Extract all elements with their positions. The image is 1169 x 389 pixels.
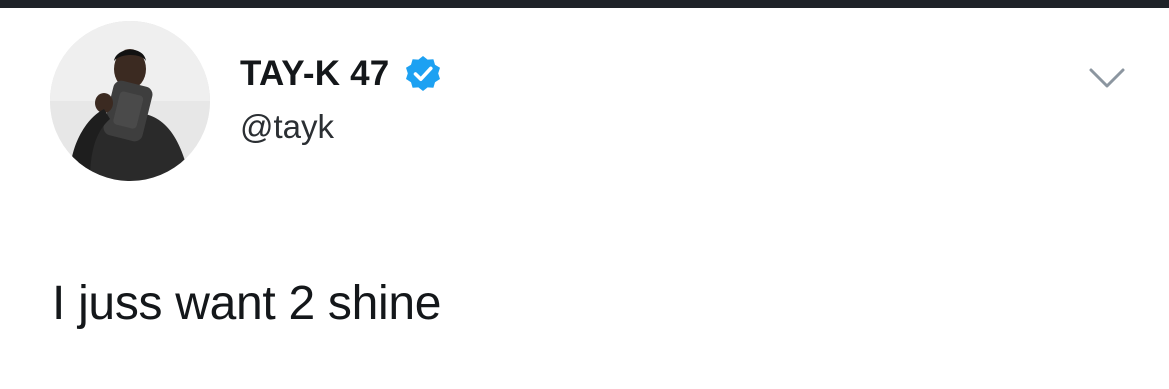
avatar[interactable] [50, 21, 210, 181]
profile-photo-icon [50, 21, 210, 181]
author-handle[interactable]: @tayk [240, 108, 334, 146]
verified-badge-icon [406, 56, 441, 91]
display-name[interactable]: TAY-K 47 [240, 54, 389, 94]
tweet-card: TAY-K 47 @tayk I juss want 2 shine [0, 8, 1169, 389]
chevron-down-icon[interactable] [1087, 64, 1127, 92]
tweet-text: I juss want 2 shine [52, 277, 442, 330]
top-bar [0, 0, 1169, 8]
author-row: TAY-K 47 [240, 52, 443, 96]
